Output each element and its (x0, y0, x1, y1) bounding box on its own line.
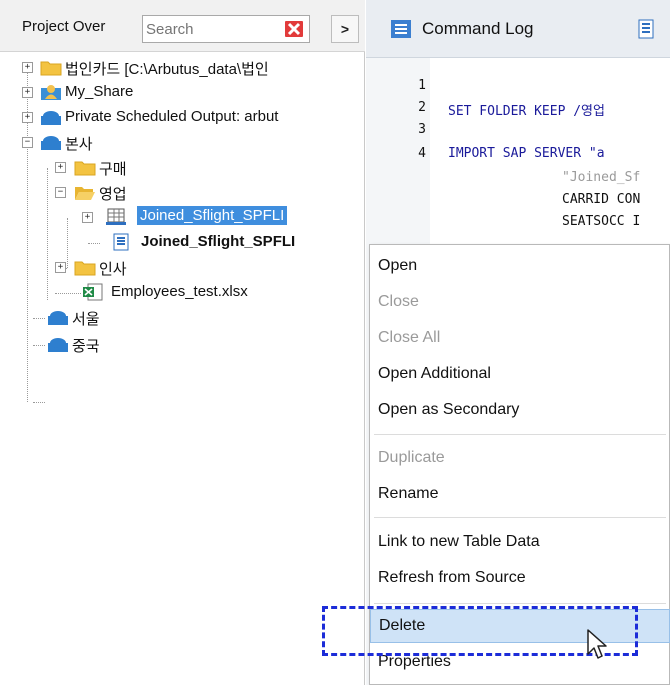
search-input[interactable] (146, 19, 266, 39)
tree-item[interactable]: + Private Scheduled Output: arbut (0, 106, 365, 130)
panel-title: Project Over (22, 18, 106, 35)
tree-item[interactable]: − 본사 (0, 131, 365, 155)
code-text: "Joined_Sf (562, 170, 641, 185)
folder-icon (40, 58, 62, 76)
expand-icon[interactable]: + (22, 112, 33, 123)
tree-item-label: 영업 (99, 186, 127, 203)
project-overview-panel: Project Over > + 법인카드 [C:\Arbutus_data\법… (0, 0, 365, 685)
menu-item-close-all: Close All (378, 329, 441, 346)
menu-item-close: Close (378, 293, 419, 310)
tree-item[interactable]: + 인사 (0, 256, 365, 280)
tree-item-label: 구매 (99, 161, 127, 178)
tab-script[interactable] (636, 0, 656, 58)
tree-item-label: 서울 (72, 311, 100, 328)
clear-search-icon[interactable] (284, 20, 304, 38)
tree-item-label: 인사 (99, 261, 127, 278)
tree-item-label: 중국 (72, 338, 100, 355)
tab-command-log[interactable]: Command Log (390, 0, 534, 58)
tree-item-label: Joined_Sflight_SPFLI (137, 206, 288, 225)
code-line: "Joined_Sf (366, 170, 670, 192)
collapse-icon[interactable]: − (22, 137, 33, 148)
search-box[interactable] (142, 15, 310, 43)
tree-item[interactable]: + 구매 (0, 156, 365, 180)
tree-item-label: Employees_test.xlsx (111, 283, 248, 300)
expand-icon[interactable]: + (22, 87, 33, 98)
menu-separator (374, 517, 666, 518)
table-icon (105, 208, 127, 226)
menu-item-rename[interactable]: Rename (370, 477, 670, 511)
open-folder-icon (74, 183, 96, 201)
expand-icon[interactable]: + (82, 212, 93, 223)
tree-item[interactable]: Employees_test.xlsx (0, 281, 365, 305)
line-number: 4 (418, 146, 426, 161)
tree-item-label: My_Share (65, 83, 134, 100)
menu-item-duplicate: Duplicate (378, 449, 445, 466)
code-text: IMPORT SAP SERVER "a (448, 146, 605, 161)
tree-item[interactable]: Joined_Sflight_SPFLI (0, 231, 365, 255)
tree-item-label: 법인카드 [C:\Arbutus_data\법인 (65, 61, 269, 78)
log-icon (390, 19, 412, 39)
expand-icon[interactable]: + (55, 262, 66, 273)
project-tree: + 법인카드 [C:\Arbutus_data\법인 + My_Share + … (0, 56, 365, 685)
cloud-folder-icon (40, 108, 62, 126)
tree-item[interactable]: 중국 (0, 333, 365, 357)
line-number: 2 (418, 100, 426, 115)
tab-label: Command Log (422, 19, 534, 38)
cloud-folder-icon (47, 308, 69, 326)
tree-item[interactable]: + 법인카드 [C:\Arbutus_data\법인 (0, 56, 365, 80)
script-icon (110, 233, 132, 251)
line-number: 1 (418, 78, 426, 93)
script-icon (636, 19, 656, 39)
line-number: 3 (418, 122, 426, 137)
menu-item-open-additional[interactable]: Open Additional (370, 357, 670, 391)
menu-item-open-as-secondary[interactable]: Open as Secondary (370, 393, 670, 427)
code-text: SET FOLDER KEEP /영업 (448, 104, 605, 119)
code-line: 2 SET FOLDER KEEP /영업 (366, 100, 670, 122)
cloud-folder-icon (47, 335, 69, 353)
expand-icon[interactable]: + (22, 62, 33, 73)
next-button[interactable]: > (331, 15, 359, 43)
tree-item-label: Joined_Sflight_SPFLI (141, 233, 296, 250)
code-text: CARRID CON (562, 192, 641, 207)
code-line: CARRID CON (366, 192, 670, 214)
tree-item-selected[interactable]: + Joined_Sflight_SPFLI (0, 206, 365, 230)
menu-separator (374, 434, 666, 435)
code-line: 4 IMPORT SAP SERVER "a (366, 146, 670, 168)
menu-item-refresh-from-source[interactable]: Refresh from Source (370, 561, 670, 595)
excel-icon (82, 283, 104, 301)
folder-icon (74, 158, 96, 176)
folder-icon (74, 258, 96, 276)
tab-bar: Command Log (366, 0, 670, 58)
cloud-folder-icon (40, 133, 62, 151)
menu-item-open[interactable]: Open (370, 249, 670, 283)
tree-item[interactable]: − 영업 (0, 181, 365, 205)
collapse-icon[interactable]: − (55, 187, 66, 198)
user-folder-icon (40, 83, 62, 101)
tree-item-label: 본사 (65, 136, 93, 153)
expand-icon[interactable]: + (55, 162, 66, 173)
menu-item-link-to-new-table-data[interactable]: Link to new Table Data (370, 525, 670, 559)
code-line: 1 (366, 78, 670, 100)
tree-item[interactable]: 서울 (0, 306, 365, 330)
code-line: SEATSOCC I (366, 214, 670, 236)
tree-item-label: Private Scheduled Output: arbut (65, 108, 279, 125)
tree-item[interactable]: + My_Share (0, 81, 365, 105)
code-line: 3 (366, 122, 670, 144)
code-text: SEATSOCC I (562, 214, 641, 229)
menu-separator (374, 603, 666, 604)
mouse-pointer-icon (586, 628, 608, 662)
panel-header: Project Over > (0, 0, 365, 52)
